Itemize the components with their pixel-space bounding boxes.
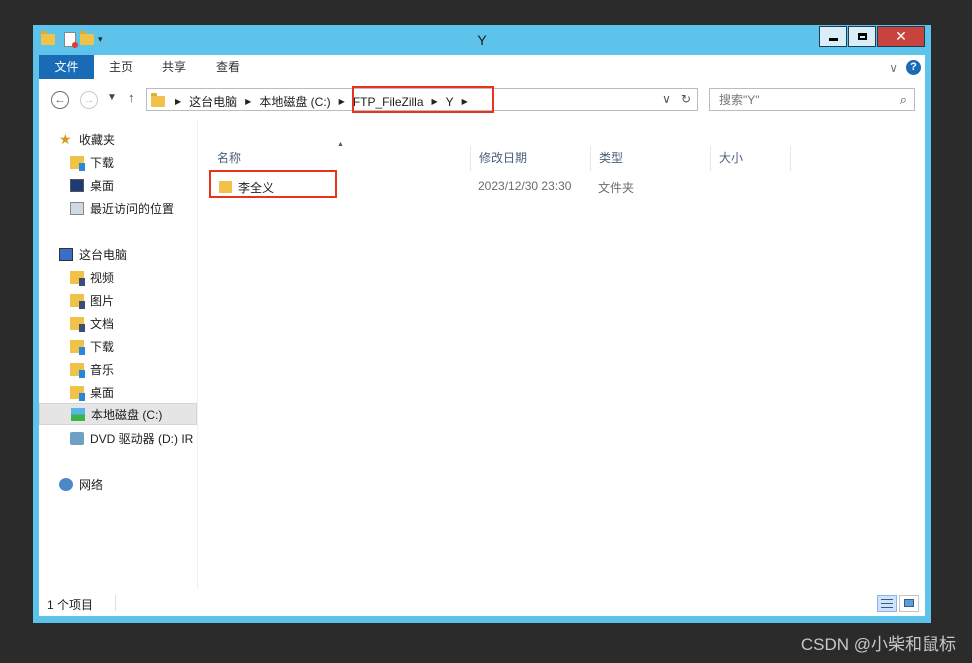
tab-view[interactable]: 查看 — [216, 55, 240, 80]
crumb-separator-icon[interactable]: ▶ — [339, 97, 345, 106]
computer-icon — [59, 247, 73, 261]
file-type: 文件夹 — [598, 181, 635, 195]
sidebar-item-label: 文档 — [90, 316, 115, 331]
navigation-pane: ★ 收藏夹 下载 桌面 最近访问的位置 这台电脑 视频 图片 文档 下载 音乐 … — [39, 119, 197, 589]
pane-splitter[interactable] — [197, 119, 198, 589]
status-bar: 1 个项目 — [39, 591, 925, 616]
dvd-drive-icon — [70, 431, 84, 445]
downloads-folder-icon — [70, 339, 85, 355]
ribbon: 文件 主页 共享 查看 ∨ ? — [39, 55, 925, 81]
sidebar-item-label: 音乐 — [90, 362, 115, 377]
recent-locations-icon[interactable]: ▼ — [107, 92, 117, 103]
close-button[interactable]: ✕ — [877, 26, 925, 47]
sidebar-item-label: 最近访问的位置 — [90, 201, 175, 216]
explorer-window: ▾ Y ✕ 文件 主页 共享 查看 ∨ ? ← → ▼ ↑ ▶ 这台电脑 ▶ 本… — [33, 25, 931, 623]
sidebar-item-label: 网络 — [79, 477, 104, 492]
highlight-box-folder — [209, 170, 337, 198]
pictures-folder-icon — [70, 293, 85, 309]
desktop-icon — [70, 178, 84, 192]
downloads-folder-icon — [70, 155, 85, 171]
details-view-button[interactable] — [877, 595, 897, 612]
forward-button[interactable]: → — [80, 91, 98, 109]
sidebar-item-label: 本地磁盘 (C:) — [91, 407, 163, 422]
sidebar-item-label: 桌面 — [90, 385, 115, 400]
crumb-local-disk[interactable]: 本地磁盘 (C:) — [259, 93, 330, 110]
tab-share[interactable]: 共享 — [162, 55, 186, 80]
sidebar-item-network[interactable]: 网络 — [39, 473, 197, 495]
crumb-this-pc[interactable]: 这台电脑 — [189, 93, 237, 110]
status-divider — [115, 595, 116, 611]
item-count: 1 个项目 — [47, 598, 94, 612]
column-header-date[interactable]: 修改日期 — [471, 146, 591, 171]
documents-folder-icon — [70, 316, 85, 332]
network-icon — [59, 477, 73, 491]
file-date: 2023/12/30 23:30 — [478, 179, 572, 193]
sidebar-item-recent-places[interactable]: 最近访问的位置 — [39, 197, 197, 219]
sidebar-item-label: 图片 — [90, 293, 115, 308]
address-actions: ∨ ↻ — [662, 92, 691, 106]
minimize-icon — [828, 38, 838, 41]
recent-places-icon — [70, 201, 84, 215]
star-icon: ★ — [59, 130, 72, 147]
sidebar-item-label: 收藏夹 — [79, 132, 116, 147]
sidebar-item-label: 下载 — [90, 155, 115, 170]
close-icon: ✕ — [895, 28, 907, 44]
videos-folder-icon — [70, 270, 85, 286]
maximize-button[interactable] — [848, 26, 876, 47]
sidebar-item-dvd-drive[interactable]: DVD 驱动器 (D:) IR — [39, 427, 197, 449]
content-area: ← → ▼ ↑ ▶ 这台电脑 ▶ 本地磁盘 (C:) ▶ FTP_FileZil… — [39, 81, 925, 616]
list-line — [881, 607, 893, 608]
highlight-box-address — [352, 86, 494, 113]
sidebar-item-this-pc[interactable]: 这台电脑 — [39, 243, 197, 265]
music-folder-icon — [70, 362, 85, 378]
up-button[interactable]: ↑ — [128, 90, 135, 105]
sidebar-item-documents[interactable]: 文档 — [39, 312, 197, 334]
search-box[interactable]: ⌕ — [709, 88, 915, 111]
drive-icon — [71, 407, 85, 421]
sidebar-item-videos[interactable]: 视频 — [39, 266, 197, 288]
search-input[interactable] — [719, 92, 879, 107]
sidebar-item-local-disk[interactable]: 本地磁盘 (C:) — [39, 403, 197, 425]
sidebar-item-desktop[interactable]: 桌面 — [39, 174, 197, 196]
ribbon-right: ∨ ? — [889, 60, 921, 75]
address-folder-icon — [151, 93, 165, 107]
sidebar-item-label: 视频 — [90, 270, 115, 285]
tab-file[interactable]: 文件 — [39, 55, 94, 79]
list-line — [881, 603, 893, 604]
column-header-size[interactable]: 大小 — [711, 146, 791, 171]
sidebar-item-downloads[interactable]: 下载 — [39, 151, 197, 173]
sidebar-item-desktop-pc[interactable]: 桌面 — [39, 381, 197, 403]
sidebar-item-downloads-pc[interactable]: 下载 — [39, 335, 197, 357]
address-dropdown-icon[interactable]: ∨ — [662, 92, 671, 106]
help-icon[interactable]: ? — [906, 60, 921, 75]
back-button[interactable]: ← — [51, 91, 69, 109]
large-icons-view-button[interactable] — [899, 595, 919, 612]
file-list: ▲ 名称 修改日期 类型 大小 李全义 2023/12/30 23:30 文件夹 — [199, 119, 925, 589]
tab-home[interactable]: 主页 — [109, 55, 133, 80]
column-header-name[interactable]: 名称 — [209, 146, 471, 171]
expand-ribbon-icon[interactable]: ∨ — [889, 61, 898, 75]
window-controls: ✕ — [818, 26, 925, 47]
watermark: CSDN @小柴和鼠标 — [800, 635, 956, 654]
sidebar-item-label: 这台电脑 — [79, 247, 128, 262]
sidebar-item-favorites[interactable]: ★ 收藏夹 — [39, 128, 197, 150]
search-icon[interactable]: ⌕ — [900, 92, 907, 108]
crumb-separator-icon[interactable]: ▶ — [175, 97, 181, 106]
sidebar-item-pictures[interactable]: 图片 — [39, 289, 197, 311]
title-bar: ▾ Y ✕ — [33, 25, 931, 55]
refresh-icon[interactable]: ↻ — [681, 92, 691, 106]
desktop-folder-icon — [70, 385, 85, 401]
navigation-bar: ← → ▼ ↑ ▶ 这台电脑 ▶ 本地磁盘 (C:) ▶ FTP_FileZil… — [39, 81, 925, 119]
maximize-icon — [857, 33, 867, 40]
large-icons-icon — [904, 599, 914, 607]
sidebar-item-music[interactable]: 音乐 — [39, 358, 197, 380]
minimize-button[interactable] — [819, 26, 847, 47]
sidebar-item-label: DVD 驱动器 (D:) IR — [90, 431, 194, 446]
crumb-separator-icon[interactable]: ▶ — [245, 97, 251, 106]
sidebar-item-label: 桌面 — [90, 178, 115, 193]
window-title: Y — [477, 32, 487, 48]
list-line — [881, 599, 893, 600]
sidebar-item-label: 下载 — [90, 339, 115, 354]
column-header-type[interactable]: 类型 — [591, 146, 711, 171]
